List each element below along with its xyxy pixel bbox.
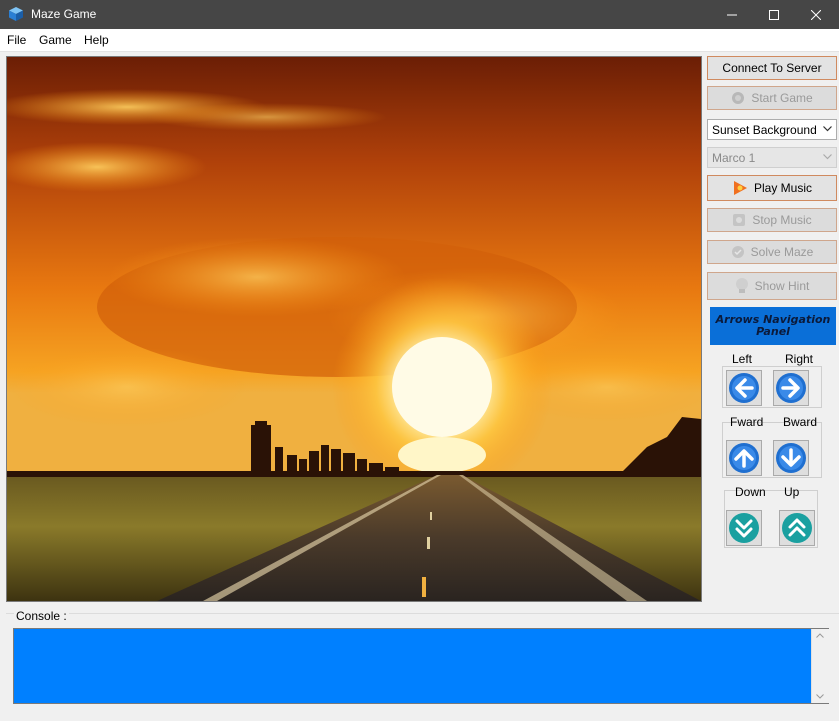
maze-select[interactable]: Marco 1 <box>707 147 837 168</box>
minimize-button[interactable] <box>709 0 755 29</box>
game-view[interactable] <box>6 56 702 602</box>
start-game-icon <box>731 91 745 105</box>
solve-maze-button[interactable]: Solve Maze <box>707 240 837 264</box>
forward-label: Fward <box>730 415 764 429</box>
chevron-down-icon <box>823 126 832 132</box>
arrow-right-icon <box>776 373 806 403</box>
right-arrow-button[interactable] <box>773 370 809 406</box>
double-chevron-down-icon <box>729 513 759 543</box>
double-chevron-up-icon <box>782 513 812 543</box>
menu-bar: File Game Help <box>0 29 839 52</box>
up-level-button[interactable] <box>779 510 815 546</box>
status-strip <box>0 716 839 721</box>
cube-icon <box>9 7 23 21</box>
minimize-icon <box>727 14 737 15</box>
stop-music-label: Stop Music <box>752 213 812 227</box>
menu-help[interactable]: Help <box>84 33 109 47</box>
title-bar: Maze Game <box>0 0 839 29</box>
background-select[interactable]: Sunset Background <box>707 119 837 140</box>
start-game-label: Start Game <box>751 91 813 105</box>
close-button[interactable] <box>793 0 839 29</box>
close-icon <box>811 9 821 20</box>
right-label: Right <box>785 352 814 366</box>
forward-arrow-button[interactable] <box>726 440 762 476</box>
down-level-button[interactable] <box>726 510 762 546</box>
lightbulb-icon <box>735 277 749 295</box>
scroll-up-icon <box>816 633 824 638</box>
sunset-background-image <box>7 57 701 601</box>
background-select-value: Sunset Background <box>712 123 817 137</box>
nav-title-line2: Panel <box>756 325 790 338</box>
arrow-left-icon <box>729 373 759 403</box>
maximize-button[interactable] <box>751 0 797 29</box>
scroll-down-icon <box>816 694 824 699</box>
play-music-label: Play Music <box>753 181 812 195</box>
solve-maze-label: Solve Maze <box>750 245 814 259</box>
console-output[interactable] <box>13 628 829 704</box>
arrows-navigation-panel-title: Arrows Navigation Panel <box>710 307 836 345</box>
console-scrollbar[interactable] <box>811 629 829 703</box>
menu-file[interactable]: File <box>7 33 26 47</box>
arrow-up-icon <box>729 443 759 473</box>
play-music-button[interactable]: Play Music <box>707 175 837 201</box>
backward-label: Bward <box>783 415 818 429</box>
show-hint-label: Show Hint <box>754 279 810 293</box>
start-game-button[interactable]: Start Game <box>707 86 837 110</box>
up-label: Up <box>784 485 800 499</box>
left-arrow-button[interactable] <box>726 370 762 406</box>
stop-music-button[interactable]: Stop Music <box>707 208 837 232</box>
music-play-icon <box>732 180 748 196</box>
down-label: Down <box>735 485 766 499</box>
music-stop-icon <box>732 213 746 227</box>
chevron-down-icon <box>823 154 832 160</box>
connect-button-label: Connect To Server <box>722 61 822 75</box>
window-title: Maze Game <box>31 7 97 21</box>
console-label: Console : <box>14 609 69 623</box>
backward-arrow-button[interactable] <box>773 440 809 476</box>
menu-game[interactable]: Game <box>39 33 72 47</box>
maximize-icon <box>769 9 779 20</box>
arrow-down-icon <box>776 443 806 473</box>
left-label: Left <box>732 352 753 366</box>
maze-select-value: Marco 1 <box>712 151 756 165</box>
connect-to-server-button[interactable]: Connect To Server <box>707 56 837 80</box>
show-hint-button[interactable]: Show Hint <box>707 272 837 300</box>
solve-icon <box>731 245 745 259</box>
